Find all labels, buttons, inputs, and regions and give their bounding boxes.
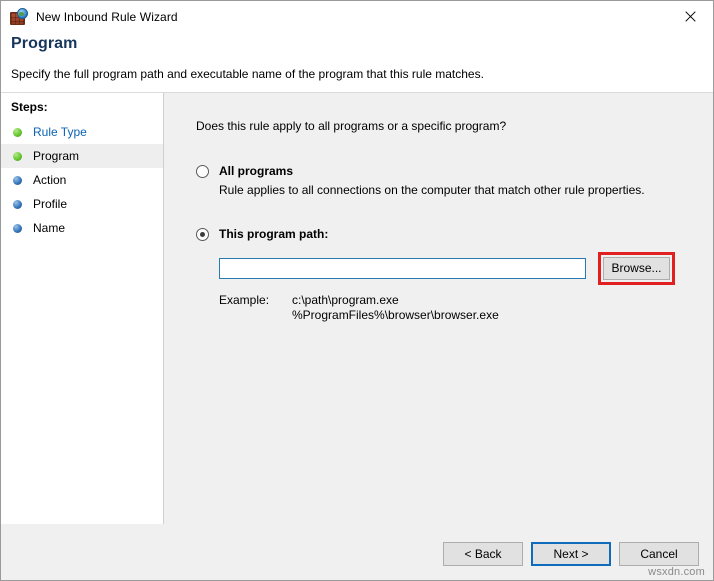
all-programs-label: All programs bbox=[219, 164, 294, 178]
all-programs-option[interactable]: All programs Rule applies to all connect… bbox=[196, 164, 713, 197]
new-inbound-rule-wizard-window: New Inbound Rule Wizard Program Specify … bbox=[0, 0, 714, 581]
step-bullet-icon bbox=[13, 127, 22, 137]
steps-heading: Steps: bbox=[11, 100, 48, 114]
example-line-2: %ProgramFiles%\browser\browser.exe bbox=[292, 308, 499, 322]
step-bullet-icon bbox=[13, 199, 22, 209]
question-text: Does this rule apply to all programs or … bbox=[196, 119, 507, 133]
main-content: Does this rule apply to all programs or … bbox=[164, 93, 713, 524]
sidebar-item-action[interactable]: Action bbox=[1, 168, 163, 192]
example-block: Example: c:\path\program.exe %ProgramFil… bbox=[219, 293, 713, 323]
close-icon[interactable] bbox=[667, 1, 713, 31]
step-bullet-icon bbox=[13, 151, 22, 161]
page-title: Program bbox=[11, 35, 78, 52]
firewall-icon bbox=[10, 7, 28, 26]
sidebar-item-program[interactable]: Program bbox=[1, 144, 163, 168]
program-path-radio[interactable] bbox=[196, 228, 209, 241]
sidebar-item-label: Profile bbox=[33, 197, 68, 211]
program-path-label: This program path: bbox=[219, 227, 329, 241]
back-button[interactable]: < Back bbox=[443, 542, 523, 566]
sidebar-item-label: Action bbox=[33, 173, 67, 187]
example-line-1: c:\path\program.exe bbox=[292, 293, 399, 307]
sidebar-item-name[interactable]: Name bbox=[1, 216, 163, 240]
page-subtitle: Specify the full program path and execut… bbox=[11, 67, 484, 81]
globe-shape bbox=[17, 7, 28, 19]
sidebar-item-label: Program bbox=[33, 149, 80, 163]
all-programs-description: Rule applies to all connections on the c… bbox=[219, 183, 645, 197]
next-button[interactable]: Next > bbox=[531, 542, 611, 566]
sidebar-item-label: Name bbox=[33, 221, 66, 235]
all-programs-radio[interactable] bbox=[196, 165, 209, 178]
sidebar-item-profile[interactable]: Profile bbox=[1, 192, 163, 216]
header-banner: Program Specify the full program path an… bbox=[1, 32, 713, 93]
close-x-glyph bbox=[684, 10, 696, 22]
sidebar-item-rule-type[interactable]: Rule Type bbox=[1, 120, 163, 144]
example-label: Example: bbox=[219, 293, 270, 307]
step-bullet-icon bbox=[13, 175, 22, 185]
program-path-input[interactable] bbox=[219, 258, 586, 279]
steps-sidebar: Steps: Rule Type Program Action Profile … bbox=[1, 93, 164, 524]
step-bullet-icon bbox=[13, 223, 22, 233]
watermark: wsxdn.com bbox=[648, 566, 705, 578]
example-values: c:\path\program.exe %ProgramFiles%\brows… bbox=[292, 293, 499, 323]
browse-button[interactable]: Browse... bbox=[603, 257, 670, 280]
cancel-button[interactable]: Cancel bbox=[619, 542, 699, 566]
window-title: New Inbound Rule Wizard bbox=[36, 9, 178, 24]
browse-button-highlight: Browse... bbox=[598, 252, 675, 285]
footer-button-bar: < Back Next > Cancel wsxdn.com bbox=[1, 524, 713, 580]
program-path-option[interactable]: This program path: Browse... Example: c:… bbox=[196, 227, 713, 323]
sidebar-item-label: Rule Type bbox=[33, 125, 87, 139]
program-path-row: Browse... bbox=[219, 252, 713, 285]
wizard-body: Steps: Rule Type Program Action Profile … bbox=[1, 93, 713, 524]
title-bar: New Inbound Rule Wizard bbox=[1, 1, 713, 32]
